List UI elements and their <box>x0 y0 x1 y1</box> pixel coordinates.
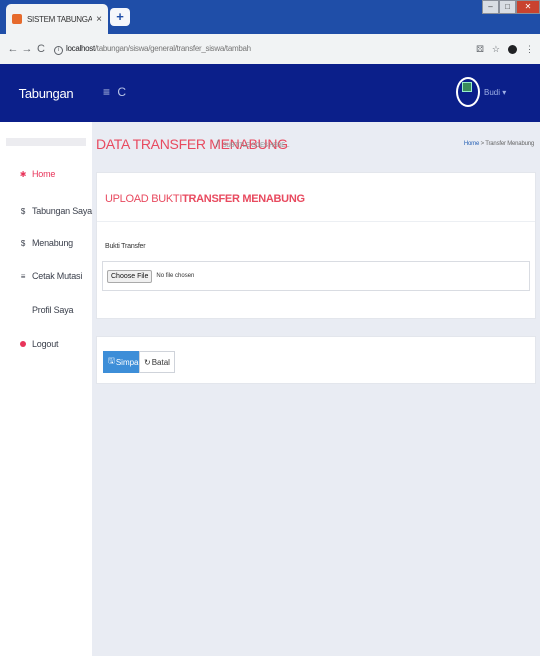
minimize-icon[interactable]: – <box>482 0 499 14</box>
address-bar: ← → C i localhost/tabungan/siswa/general/… <box>0 34 540 64</box>
sidebar-item-home[interactable]: ✱ Home <box>18 169 56 179</box>
favicon-icon <box>12 14 22 24</box>
sidebar-item-tabungan-saya[interactable]: $ Tabungan Saya <box>18 206 92 216</box>
breadcrumb-separator: > <box>480 141 485 147</box>
refresh-icon: ↻ <box>144 357 151 367</box>
sidebar-item-label: Cetak Mutasi <box>32 271 83 281</box>
file-status: No file chosen <box>156 273 195 279</box>
forward-icon[interactable]: → <box>20 43 34 55</box>
maximize-icon[interactable]: □ <box>499 0 516 14</box>
save-icon: 🖫 <box>108 356 115 365</box>
bookmark-star-icon[interactable]: ☆ <box>492 44 500 55</box>
profile-icon[interactable] <box>508 44 517 54</box>
sidebar-item-logout[interactable]: Logout <box>18 339 59 349</box>
upload-panel: UPLOAD BUKTITRANSFER MENABUNG Bukti Tran… <box>96 172 536 319</box>
sidebar <box>0 122 92 656</box>
url-host: localhost <box>66 43 95 53</box>
breadcrumb-home-link[interactable]: Home <box>464 141 479 147</box>
logout-icon <box>18 340 28 349</box>
sidebar-item-label: Home <box>32 169 56 179</box>
file-upload-field[interactable]: Choose File No file chosen <box>102 261 530 291</box>
panel-title: UPLOAD BUKTITRANSFER MENABUNG <box>105 193 305 205</box>
browser-tab-bar: SISTEM TABUNGAN × + – □ ✕ <box>0 0 540 34</box>
actions-panel: 🖫 Simpan ↻ Batal <box>96 336 536 384</box>
choose-file-button[interactable]: Choose File <box>107 269 153 283</box>
page-subtitle-text: SUBTITLE GOES HERE... <box>222 143 290 149</box>
url-field[interactable]: i localhost/tabungan/siswa/general/transf… <box>54 44 476 55</box>
sidebar-item-label: Logout <box>32 339 59 349</box>
bukti-transfer-label: Bukti Transfer <box>105 243 146 250</box>
avatar-image-icon <box>462 82 472 92</box>
close-window-icon[interactable]: ✕ <box>516 0 540 14</box>
page-subtitle: / SUBTITLE GOES HERE... <box>216 139 290 150</box>
panel-divider <box>97 221 535 222</box>
new-tab-button[interactable]: + <box>110 8 130 26</box>
breadcrumb-current: Transfer Menabung <box>485 141 534 147</box>
sidebar-item-cetak-mutasi[interactable]: ≡ Cetak Mutasi <box>18 271 83 281</box>
sidebar-item-label: Profil Saya <box>32 305 74 315</box>
brand-logo[interactable]: Tabungan <box>0 64 92 122</box>
sidebar-item-label: Menabung <box>32 238 73 248</box>
sidebar-item-label: Tabungan Saya <box>32 206 92 216</box>
tab-close-icon[interactable]: × <box>96 14 102 25</box>
tab-title: SISTEM TABUNGAN <box>27 14 93 24</box>
cancel-label: Batal <box>151 357 170 367</box>
address-bar-icons: ⚄ ☆ ⋮ <box>476 44 534 55</box>
user-menu[interactable]: Budi ▾ <box>484 88 506 97</box>
info-icon[interactable]: i <box>54 45 63 55</box>
browser-menu-icon[interactable]: ⋮ <box>525 44 534 55</box>
sidebar-item-profil-saya[interactable]: Profil Saya <box>18 305 74 315</box>
menu-toggle-icon[interactable]: ≡ C <box>103 85 128 99</box>
sidebar-search[interactable] <box>6 138 86 146</box>
dollar-icon: $ <box>20 206 26 216</box>
sidebar-item-menabung[interactable]: $ Menabung <box>18 238 73 248</box>
reload-icon[interactable]: C <box>34 43 48 55</box>
top-navbar: Tabungan ≡ C Budi ▾ <box>0 64 540 122</box>
window-controls: – □ ✕ <box>482 0 540 14</box>
back-icon[interactable]: ← <box>6 43 20 55</box>
list-icon: ≡ <box>20 271 26 281</box>
home-icon: ✱ <box>19 169 27 179</box>
dollar-icon: $ <box>20 238 26 248</box>
cancel-button[interactable]: ↻ Batal <box>139 351 175 373</box>
url-path: /tabungan/siswa/general/transfer_siswa/t… <box>94 43 251 53</box>
translate-icon[interactable]: ⚄ <box>476 44 484 55</box>
breadcrumb: Home > Transfer Menabung <box>464 141 534 147</box>
browser-tab[interactable]: SISTEM TABUNGAN × <box>6 4 108 34</box>
